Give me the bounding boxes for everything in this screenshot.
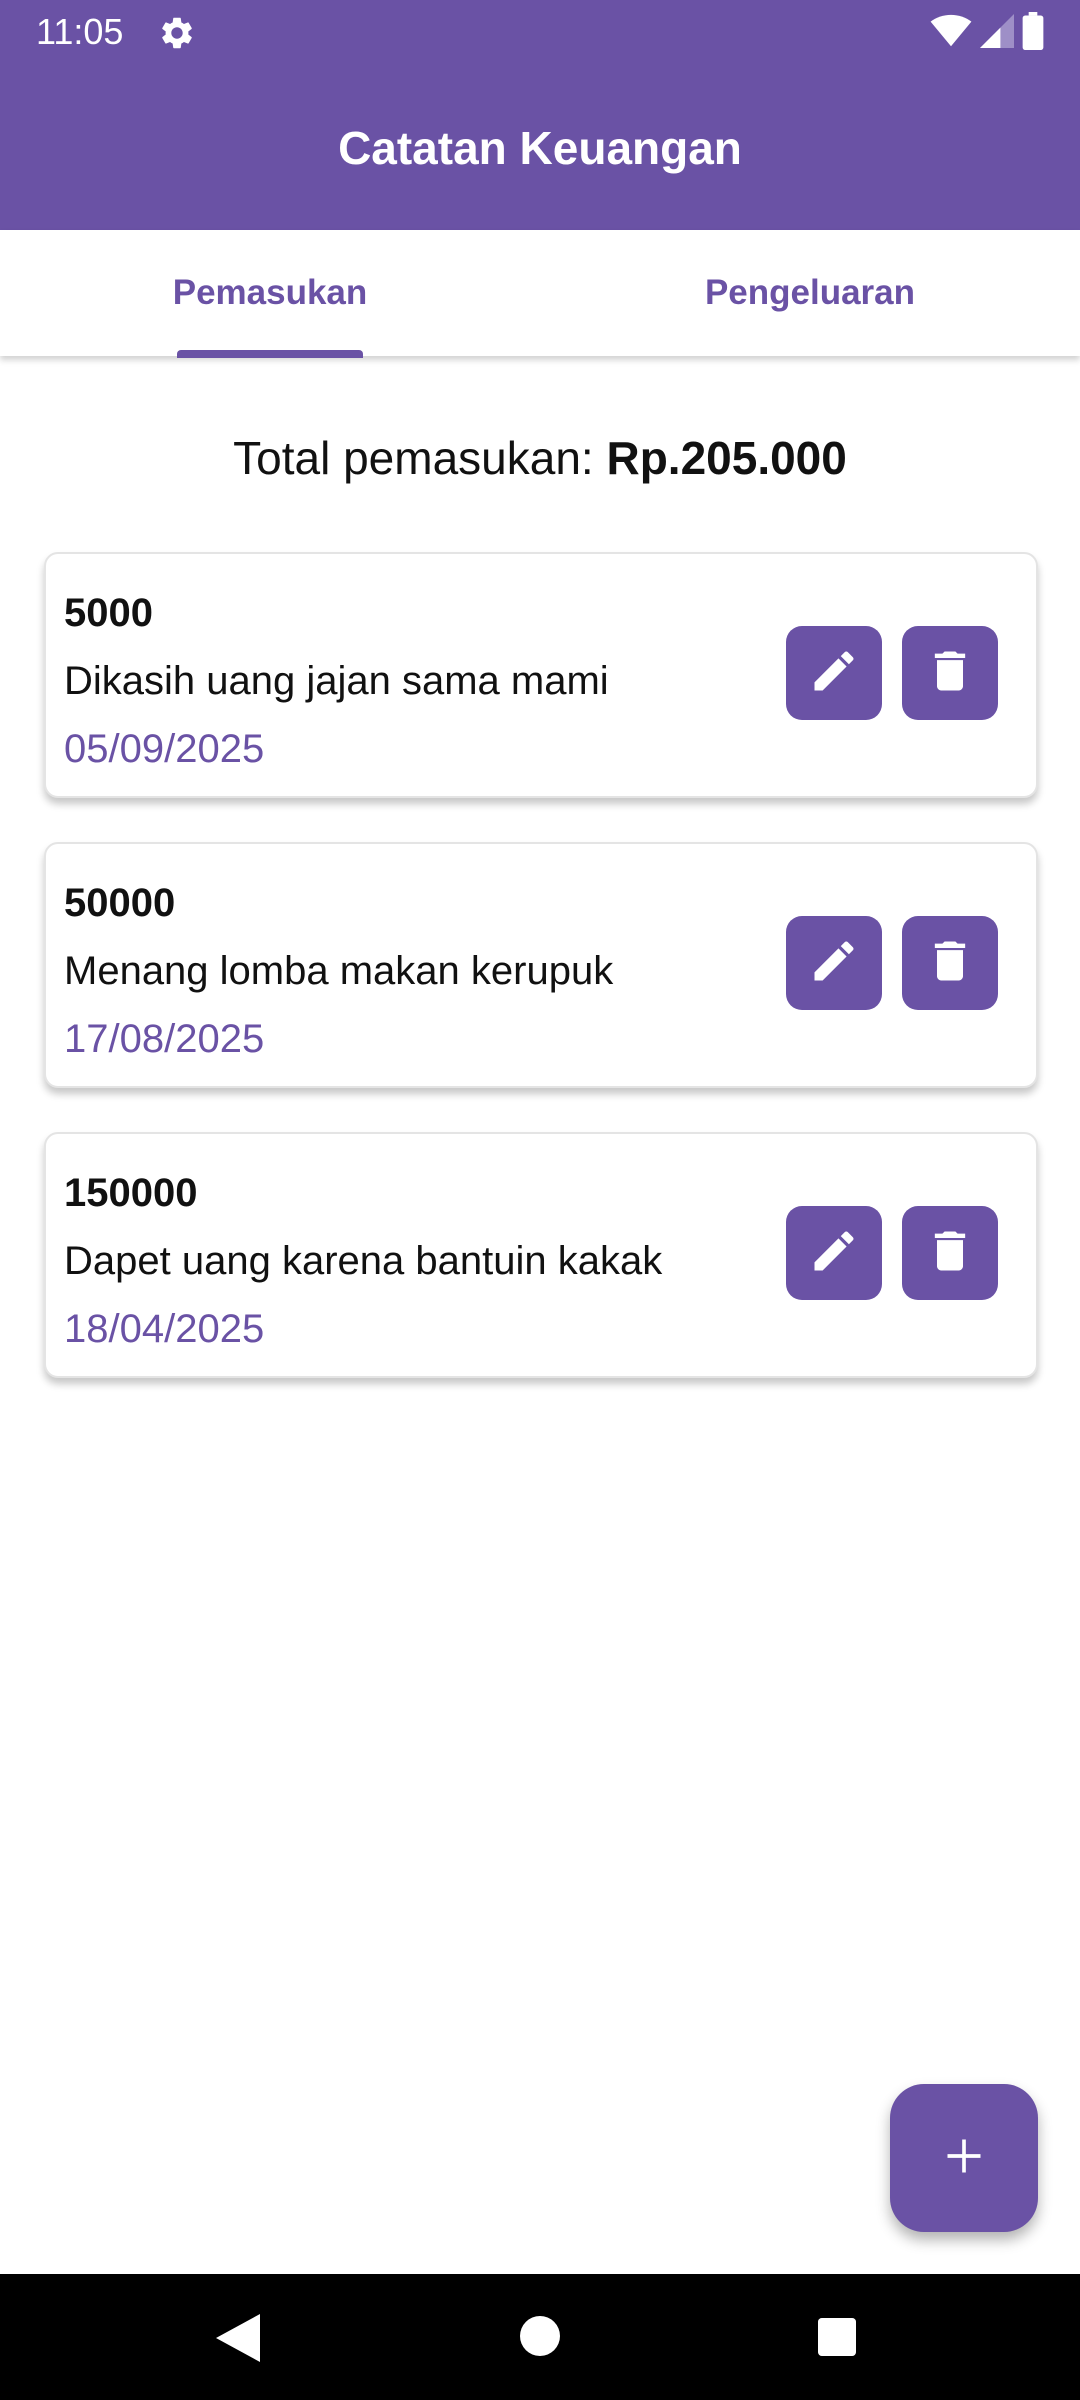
- wifi-icon: [930, 14, 972, 53]
- entry-date: 05/09/2025: [64, 727, 265, 771]
- edit-button[interactable]: [786, 1206, 882, 1300]
- edit-button[interactable]: [786, 626, 882, 720]
- tab-bar: Pemasukan Pengeluaran: [0, 230, 1080, 356]
- entry-date: 18/04/2025: [64, 1307, 265, 1351]
- list-item[interactable]: 50000 Menang lomba makan kerupuk 17/08/2…: [44, 842, 1038, 1088]
- delete-button[interactable]: [902, 626, 998, 720]
- pencil-icon: [808, 645, 860, 702]
- list-item[interactable]: 150000 Dapet uang karena bantuin kakak 1…: [44, 1132, 1038, 1378]
- entry-description: Dapet uang karena bantuin kakak: [64, 1239, 663, 1283]
- system-navigation-bar: [0, 2274, 1080, 2400]
- home-icon[interactable]: [520, 2316, 560, 2361]
- entry-date: 17/08/2025: [64, 1017, 265, 1061]
- battery-icon: [1022, 12, 1044, 55]
- status-icons: [930, 12, 1044, 55]
- signal-icon: [980, 14, 1014, 53]
- plus-icon: [942, 2134, 986, 2183]
- app-title: Catatan Keuangan: [338, 122, 742, 174]
- edit-button[interactable]: [786, 916, 882, 1010]
- total-summary: Total pemasukan: Rp.205.000: [0, 428, 1080, 488]
- status-time: 11:05: [36, 11, 124, 52]
- add-entry-button[interactable]: [890, 2084, 1038, 2232]
- pencil-icon: [808, 1225, 860, 1282]
- gear-icon: [158, 14, 196, 52]
- entry-amount: 150000: [64, 1171, 198, 1215]
- back-icon[interactable]: [216, 2314, 260, 2367]
- income-list: 5000 Dikasih uang jajan sama mami 05/09/…: [44, 552, 1038, 1422]
- entry-description: Menang lomba makan kerupuk: [64, 949, 614, 993]
- total-label: Total pemasukan:: [233, 432, 607, 484]
- entry-description: Dikasih uang jajan sama mami: [64, 659, 609, 703]
- tab-selected-indicator: [177, 350, 363, 358]
- trash-icon: [924, 935, 976, 992]
- recent-apps-icon[interactable]: [818, 2318, 856, 2361]
- top-app-bar: 11:05 Catatan Keuangan: [0, 0, 1080, 230]
- pencil-icon: [808, 935, 860, 992]
- tab-pemasukan[interactable]: Pemasukan: [0, 230, 540, 356]
- trash-icon: [924, 645, 976, 702]
- entry-amount: 5000: [64, 591, 153, 635]
- total-value: Rp.205.000: [606, 432, 847, 484]
- list-item[interactable]: 5000 Dikasih uang jajan sama mami 05/09/…: [44, 552, 1038, 798]
- delete-button[interactable]: [902, 1206, 998, 1300]
- entry-amount: 50000: [64, 881, 176, 925]
- tab-pengeluaran[interactable]: Pengeluaran: [540, 230, 1080, 356]
- trash-icon: [924, 1225, 976, 1282]
- delete-button[interactable]: [902, 916, 998, 1010]
